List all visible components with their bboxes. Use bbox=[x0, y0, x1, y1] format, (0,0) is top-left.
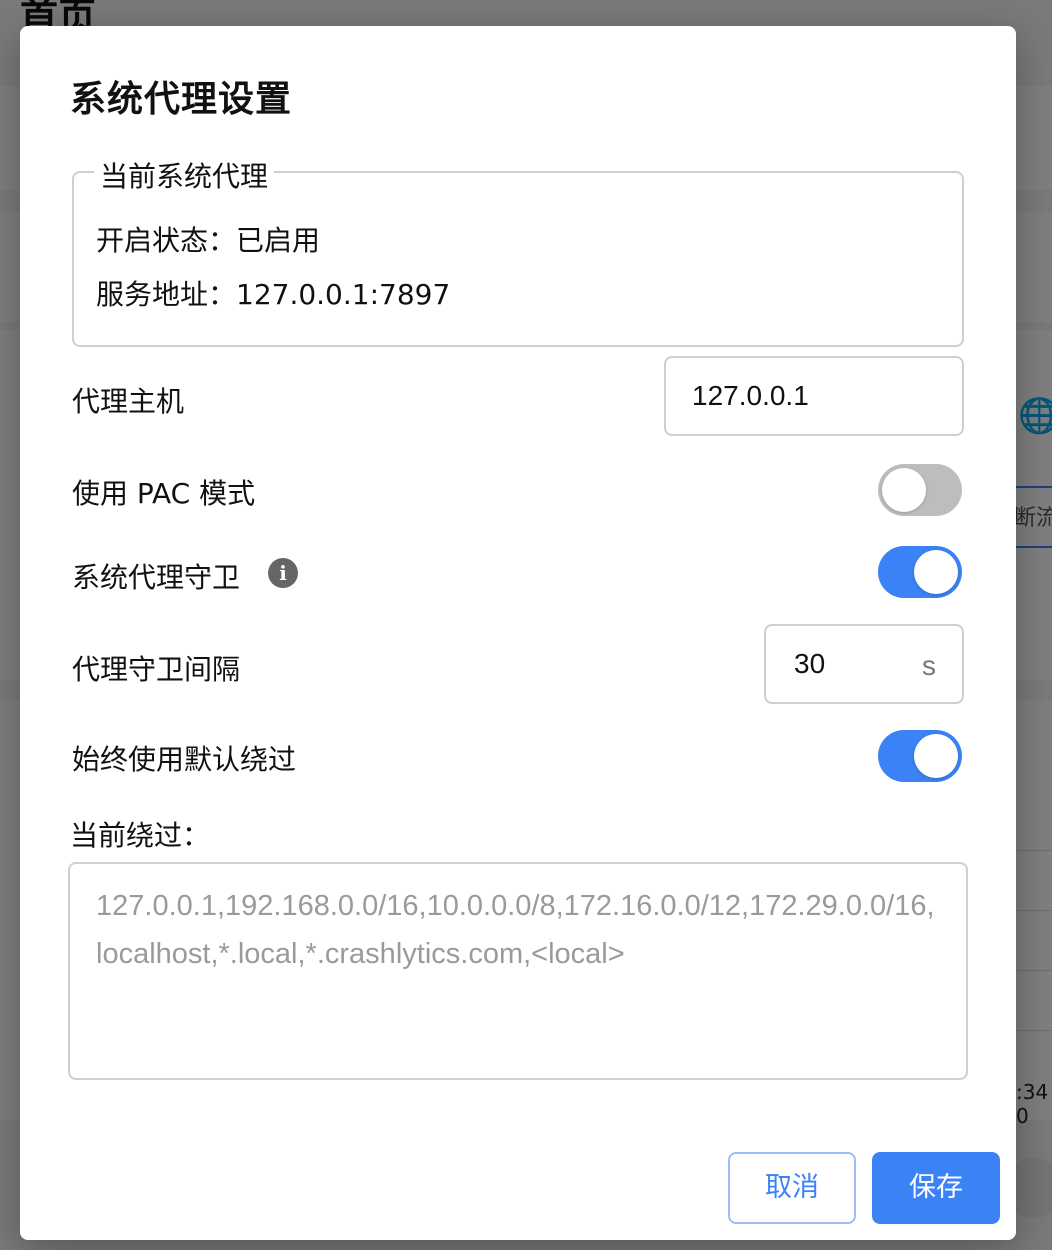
proxy-host-label: 代理主机 bbox=[72, 385, 185, 418]
system-proxy-dialog: 系统代理设置 当前系统代理 开启状态：已启用 服务地址：127.0.0.1:78… bbox=[20, 26, 1016, 1240]
guard-interval-label: 代理守卫间隔 bbox=[72, 653, 241, 686]
proxy-guard-toggle[interactable] bbox=[878, 546, 962, 598]
toggle-knob bbox=[914, 550, 958, 594]
default-bypass-label: 始终使用默认绕过 bbox=[72, 743, 297, 776]
proxy-address-text: 服务地址：127.0.0.1:7897 bbox=[96, 278, 451, 311]
info-icon[interactable]: i bbox=[268, 558, 298, 588]
proxy-status-text: 开启状态：已启用 bbox=[96, 224, 321, 257]
save-button[interactable]: 保存 bbox=[872, 1152, 1000, 1224]
default-bypass-toggle[interactable] bbox=[878, 730, 962, 782]
current-proxy-legend: 当前系统代理 bbox=[94, 155, 275, 195]
current-proxy-group: 当前系统代理 开启状态：已启用 服务地址：127.0.0.1:7897 bbox=[72, 155, 964, 347]
proxy-guard-label: 系统代理守卫 bbox=[72, 561, 241, 594]
pac-mode-toggle[interactable] bbox=[878, 464, 962, 516]
guard-interval-value: 30 bbox=[794, 648, 826, 679]
pac-mode-label: 使用 PAC 模式 bbox=[72, 477, 256, 510]
dialog-title: 系统代理设置 bbox=[70, 79, 293, 120]
current-bypass-label: 当前绕过： bbox=[70, 819, 211, 852]
toggle-knob bbox=[882, 468, 926, 512]
cancel-button[interactable]: 取消 bbox=[728, 1152, 856, 1224]
guard-interval-unit: s bbox=[922, 650, 936, 681]
current-bypass-textarea[interactable]: 127.0.0.1,192.168.0.0/16,10.0.0.0/8,172.… bbox=[68, 862, 968, 1080]
proxy-host-input[interactable]: 127.0.0.1 bbox=[664, 356, 964, 436]
guard-interval-input[interactable]: 30 s bbox=[764, 624, 964, 704]
toggle-knob bbox=[914, 734, 958, 778]
